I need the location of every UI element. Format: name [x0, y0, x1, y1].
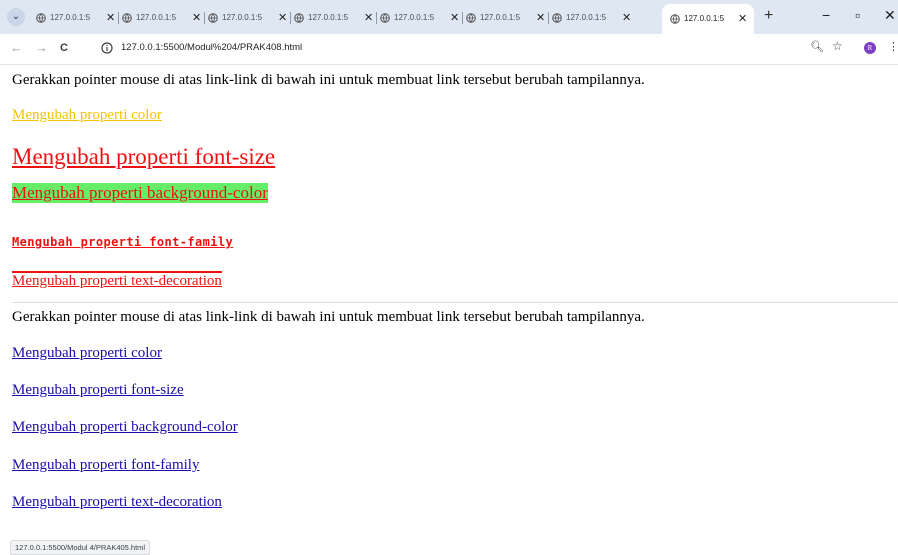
browser-tab[interactable]: 127.0.0.1:5 ✕: [122, 9, 205, 27]
tab-close-icon[interactable]: ✕: [738, 4, 747, 34]
tab-title: 127.0.0.1:5: [136, 13, 177, 22]
plain-link-color[interactable]: Mengubah properti color: [12, 345, 162, 362]
link-color[interactable]: Mengubah properti color: [12, 107, 162, 124]
tab-title: 127.0.0.1:5: [394, 13, 435, 22]
intro-text-2: Gerakkan pointer mouse di atas link-link…: [12, 309, 645, 325]
browser-tab[interactable]: 127.0.0.1:5 ✕: [380, 9, 463, 27]
link-background-color[interactable]: Mengubah properti background-color: [12, 183, 268, 203]
browser-tab[interactable]: 127.0.0.1:5 ✕: [36, 9, 119, 27]
browser-tab[interactable]: 127.0.0.1:5 ✕: [208, 9, 291, 27]
tab-title: 127.0.0.1:5: [480, 13, 521, 22]
tab-close-icon[interactable]: ✕: [192, 9, 201, 27]
url-text: 127.0.0.1:5500/Modul%204/PRAK408.html: [121, 42, 303, 53]
tab-strip: ⌄ 127.0.0.1:5 ✕ 127.0.0.1:5 ✕ 127.0.0.1:…: [0, 0, 898, 34]
back-button[interactable]: ←: [10, 40, 23, 55]
tab-title: 127.0.0.1:5: [222, 13, 263, 22]
reload-button[interactable]: C: [60, 42, 68, 54]
plain-link-background-color[interactable]: Mengubah properti background-color: [12, 419, 238, 436]
browser-toolbar: ← → C 127.0.0.1:5500/Modul%204/PRAK408.h…: [0, 34, 898, 65]
tab-close-icon[interactable]: ✕: [622, 9, 631, 27]
restore-button[interactable]: ▫: [855, 7, 860, 23]
window-close-button[interactable]: ✕: [884, 7, 896, 24]
globe-icon: [466, 13, 476, 23]
tab-separator: [290, 12, 291, 24]
site-info-icon[interactable]: [101, 42, 113, 54]
browser-tab[interactable]: 127.0.0.1:5 ✕: [294, 9, 377, 27]
link-font-size[interactable]: Mengubah properti font-size: [12, 144, 275, 170]
horizontal-rule: [12, 302, 898, 303]
tab-close-icon[interactable]: ✕: [450, 9, 459, 27]
tab-separator: [376, 12, 377, 24]
browser-tab-active[interactable]: 127.0.0.1:5 ✕: [662, 4, 754, 34]
browser-tab[interactable]: 127.0.0.1:5 ✕: [552, 9, 632, 27]
tab-title: 127.0.0.1:5: [684, 14, 725, 23]
tab-title: 127.0.0.1:5: [566, 13, 607, 22]
plain-link-font-family[interactable]: Mengubah properti font-family: [12, 457, 199, 474]
chevron-down-icon: ⌄: [11, 11, 21, 22]
link-font-family[interactable]: Mengubah properti font-family: [12, 235, 233, 249]
bookmark-star-icon[interactable]: ☆: [832, 39, 843, 54]
tab-separator: [462, 12, 463, 24]
globe-icon: [552, 13, 562, 23]
globe-icon: [122, 13, 132, 23]
tab-title: 127.0.0.1:5: [308, 13, 349, 22]
globe-icon: [208, 13, 218, 23]
tab-close-icon[interactable]: ✕: [278, 9, 287, 27]
tab-separator: [548, 12, 549, 24]
tab-close-icon[interactable]: ✕: [536, 9, 545, 27]
forward-button[interactable]: →: [35, 40, 48, 55]
globe-icon: [670, 14, 680, 24]
tab-separator: [118, 12, 119, 24]
intro-text-1: Gerakkan pointer mouse di atas link-link…: [12, 72, 645, 88]
tab-close-icon[interactable]: ✕: [106, 9, 115, 27]
tab-close-icon[interactable]: ✕: [364, 9, 373, 27]
globe-icon: [36, 13, 46, 23]
menu-kebab-icon[interactable]: ⋮: [888, 40, 898, 53]
minimize-button[interactable]: −: [822, 7, 830, 23]
address-bar[interactable]: 127.0.0.1:5500/Modul%204/PRAK408.html: [95, 38, 835, 60]
tab-title: 127.0.0.1:5: [50, 13, 91, 22]
new-tab-button[interactable]: +: [764, 7, 773, 25]
profile-avatar[interactable]: R: [864, 42, 876, 54]
tab-search-button[interactable]: ⌄: [7, 8, 25, 26]
zoom-icon[interactable]: 🔍︎: [810, 40, 824, 53]
plain-link-font-size[interactable]: Mengubah properti font-size: [12, 382, 184, 399]
link-text-decoration[interactable]: Mengubah properti text-decoration: [12, 271, 222, 290]
browser-tab[interactable]: 127.0.0.1:5 ✕: [466, 9, 549, 27]
globe-icon: [380, 13, 390, 23]
tab-separator: [204, 12, 205, 24]
globe-icon: [294, 13, 304, 23]
plain-link-text-decoration[interactable]: Mengubah properti text-decoration: [12, 494, 222, 511]
